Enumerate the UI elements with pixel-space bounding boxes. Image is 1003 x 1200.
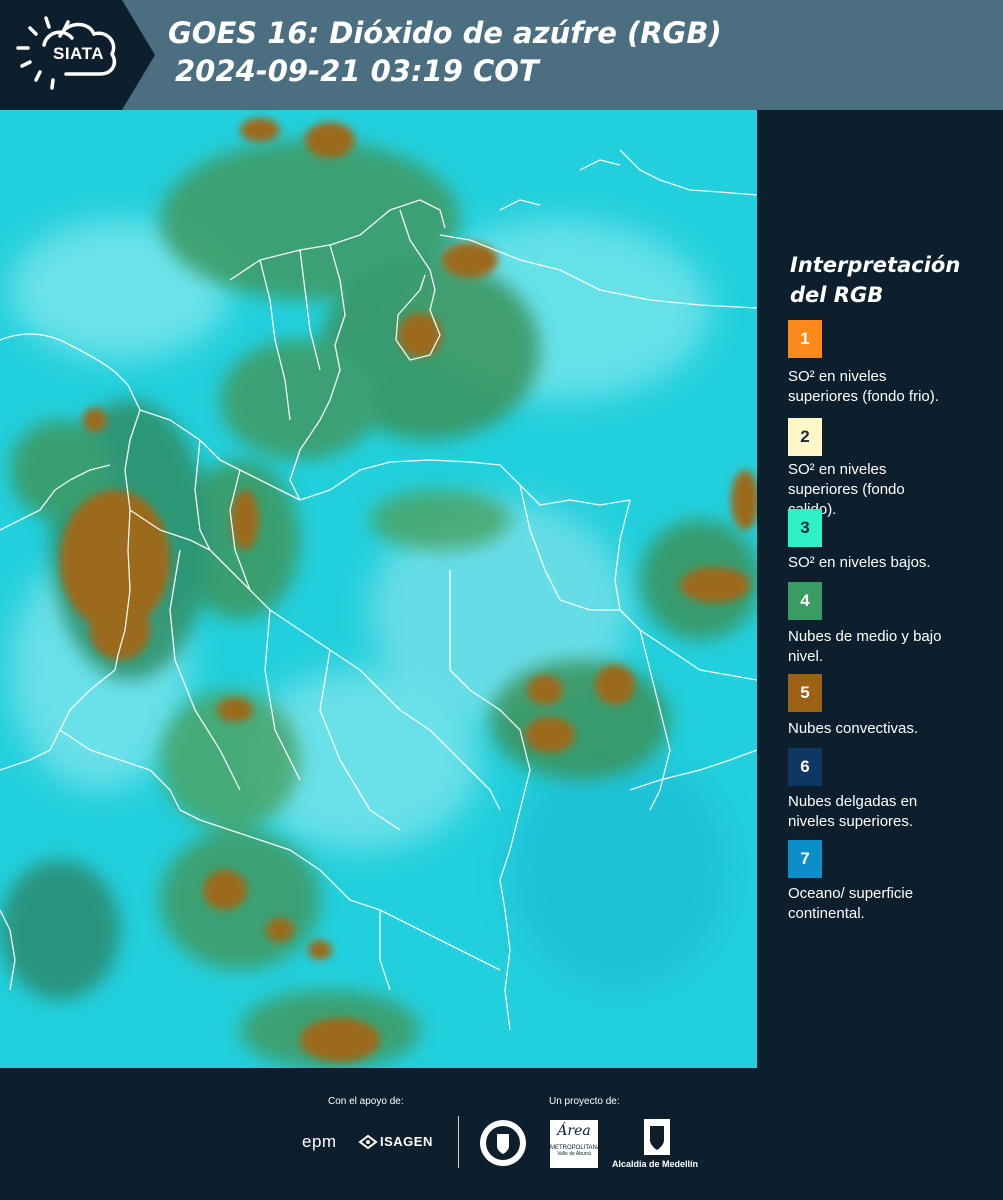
- isagen-logo-icon: [358, 1134, 378, 1150]
- alcaldia-shield-icon: [644, 1119, 670, 1155]
- legend-swatch-7: 7: [788, 840, 822, 878]
- satellite-rgb-map: [0, 110, 757, 1068]
- page-title: GOES 16: Dióxido de azúfre (RGB): [168, 16, 722, 50]
- footer-divider: [458, 1116, 459, 1168]
- satellite-image: [0, 110, 757, 1068]
- legend-text-5: Nubes convectivas.: [788, 720, 919, 737]
- medellin-seal-icon: [480, 1120, 526, 1166]
- legend-swatch-2: 2: [788, 418, 822, 456]
- epm-logo: epm: [302, 1132, 337, 1151]
- project-label: Un proyecto de:: [549, 1096, 620, 1107]
- legend-text-7: Oceano/ superficie continental.: [788, 885, 914, 922]
- footer-bar: Con el apoyo de: Un proyecto de: epm ISA…: [0, 1068, 1003, 1200]
- legend-text-4: Nubes de medio y bajo nivel.: [788, 628, 942, 665]
- page-timestamp: 2024-09-21 03:19 COT: [175, 54, 539, 88]
- siata-logo: SIATA: [0, 0, 155, 110]
- legend-text-6: Nubes delgadas en niveles superiores.: [788, 793, 918, 830]
- legend-swatch-5: 5: [788, 674, 822, 712]
- isagen-logo: ISAGEN: [380, 1134, 433, 1149]
- legend-panel: Interpretación del RGB 1 SO² en niveles …: [760, 110, 1003, 1068]
- legend-swatch-6: 6: [788, 748, 822, 786]
- header-bar: SIATA GOES 16: Dióxido de azúfre (RGB) 2…: [0, 0, 1003, 110]
- legend-text-1: SO² en niveles superiores (fondo frio).: [788, 368, 939, 405]
- legend-text-3: SO² en niveles bajos.: [788, 554, 931, 571]
- legend-swatch-3: 3: [788, 509, 822, 547]
- logo-text: SIATA: [53, 44, 104, 63]
- support-label: Con el apoyo de:: [328, 1096, 404, 1107]
- alcaldia-medellin-text: Alcaldía de Medellín: [612, 1159, 699, 1169]
- legend-swatch-1: 1: [788, 320, 822, 358]
- legend-title: Interpretación del RGB: [790, 253, 961, 307]
- legend-swatch-4: 4: [788, 582, 822, 620]
- area-metropolitana-logo: Área METROPOLITANA Valle de Aburrá: [550, 1120, 601, 1168]
